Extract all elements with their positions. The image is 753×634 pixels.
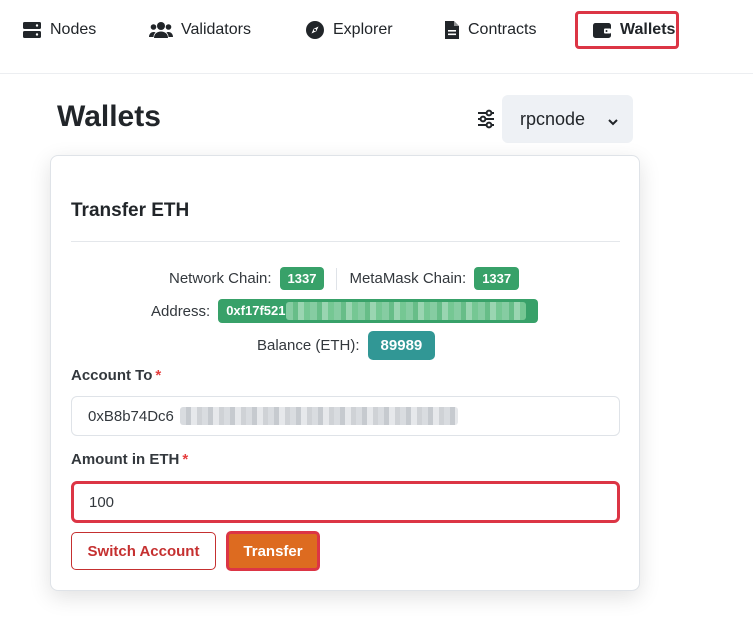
account-to-input[interactable]: 0xB8b74Dc6 [71,396,620,436]
address-row: Address: 0xf17f521 [151,299,539,323]
address-value: 0xf17f521 [226,303,286,318]
address-label: Address: [151,302,211,320]
redacted-blur [180,407,458,425]
divider [71,241,620,242]
amount-label-text: Amount in ETH [71,451,180,468]
compass-icon [305,20,325,40]
network-chain-badge: 1337 [279,267,325,290]
nav-wallets-label: Wallets [620,21,676,38]
sliders-icon[interactable] [476,109,496,129]
required-mark: * [182,451,189,468]
amount-label: Amount in ETH * [71,451,188,468]
separator [336,267,338,290]
address-badge: 0xf17f521 [218,299,539,323]
chain-info-row: Network Chain: 1337 MetaMask Chain: 1337 [169,267,520,290]
nav-contracts-label: Contracts [468,21,537,38]
server-icon [22,21,42,39]
account-to-label-text: Account To [71,367,153,384]
nav-explorer-label: Explorer [333,21,393,38]
nav-nodes-label: Nodes [50,21,97,38]
wallet-icon [592,21,612,39]
nav-validators-label: Validators [181,21,251,38]
amount-input[interactable]: 100 [71,481,620,523]
card-title: Transfer ETH [71,200,190,221]
amount-value: 100 [89,493,115,511]
balance-badge: 89989 [367,331,436,360]
nav-validators[interactable]: Validators [149,12,251,48]
required-mark: * [155,367,162,384]
switch-account-button[interactable]: Switch Account [71,532,216,570]
node-select[interactable]: rpcnode [502,95,633,143]
users-icon [149,21,173,39]
chevron-down-icon [607,112,619,133]
account-to-value: 0xB8b74Dc6 [88,407,174,425]
file-icon [444,20,460,40]
transfer-button[interactable]: Transfer [226,531,320,571]
metamask-chain-badge: 1337 [474,267,520,290]
network-chain-label: Network Chain: [169,270,272,287]
page-title: Wallets [57,100,161,133]
nav-nodes[interactable]: Nodes [22,12,96,48]
nav-wallets[interactable]: Wallets [575,11,679,49]
top-navigation: Nodes Validators Explorer Contracts Wall… [0,0,753,74]
balance-row: Balance (ETH): 89989 [257,331,436,360]
nav-contracts[interactable]: Contracts [444,12,536,48]
balance-label: Balance (ETH): [257,337,360,354]
nav-explorer[interactable]: Explorer [305,12,393,48]
node-select-value: rpcnode [520,108,586,129]
account-to-label: Account To * [71,367,161,384]
metamask-chain-label: MetaMask Chain: [349,270,467,287]
transfer-card: Transfer ETH Network Chain: 1337 MetaMas… [50,155,640,591]
redacted-blur [286,302,527,320]
